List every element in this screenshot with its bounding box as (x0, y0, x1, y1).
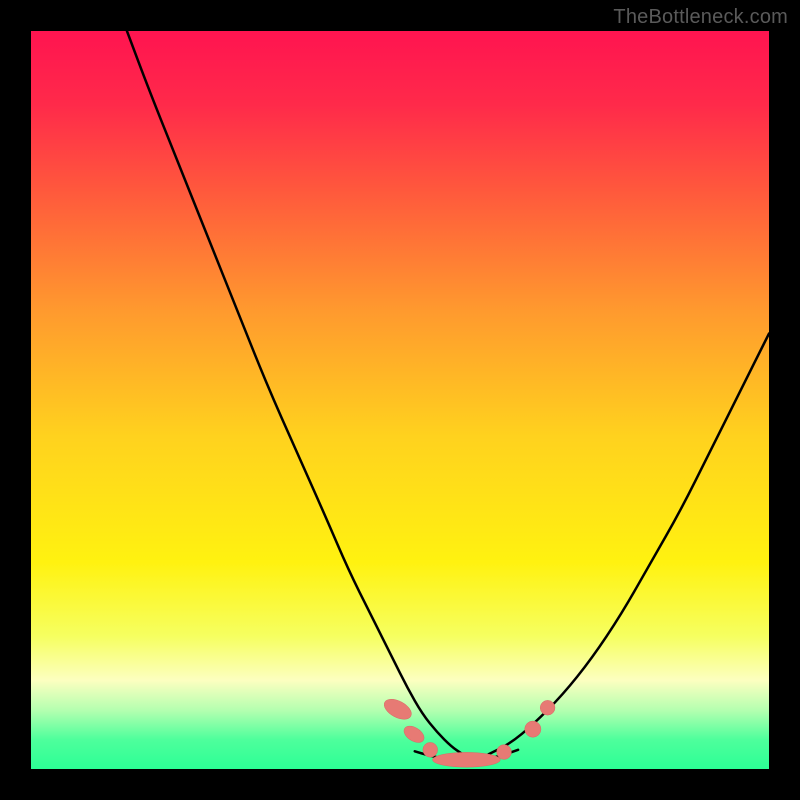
valley-marker-1 (401, 723, 427, 746)
watermark-text: TheBottleneck.com (613, 6, 788, 29)
valley-marker-0 (381, 695, 415, 723)
valley-marker-6 (540, 700, 555, 715)
series-right-curve (489, 334, 769, 755)
valley-marker-2 (423, 742, 438, 757)
series-left-curve (127, 31, 463, 754)
valley-marker-5 (525, 721, 541, 737)
valley-marker-4 (497, 745, 512, 760)
plot-area (31, 31, 769, 769)
chart-stage: TheBottleneck.com (0, 0, 800, 800)
valley-marker-3 (432, 752, 500, 767)
bottleneck-curve (31, 31, 769, 769)
